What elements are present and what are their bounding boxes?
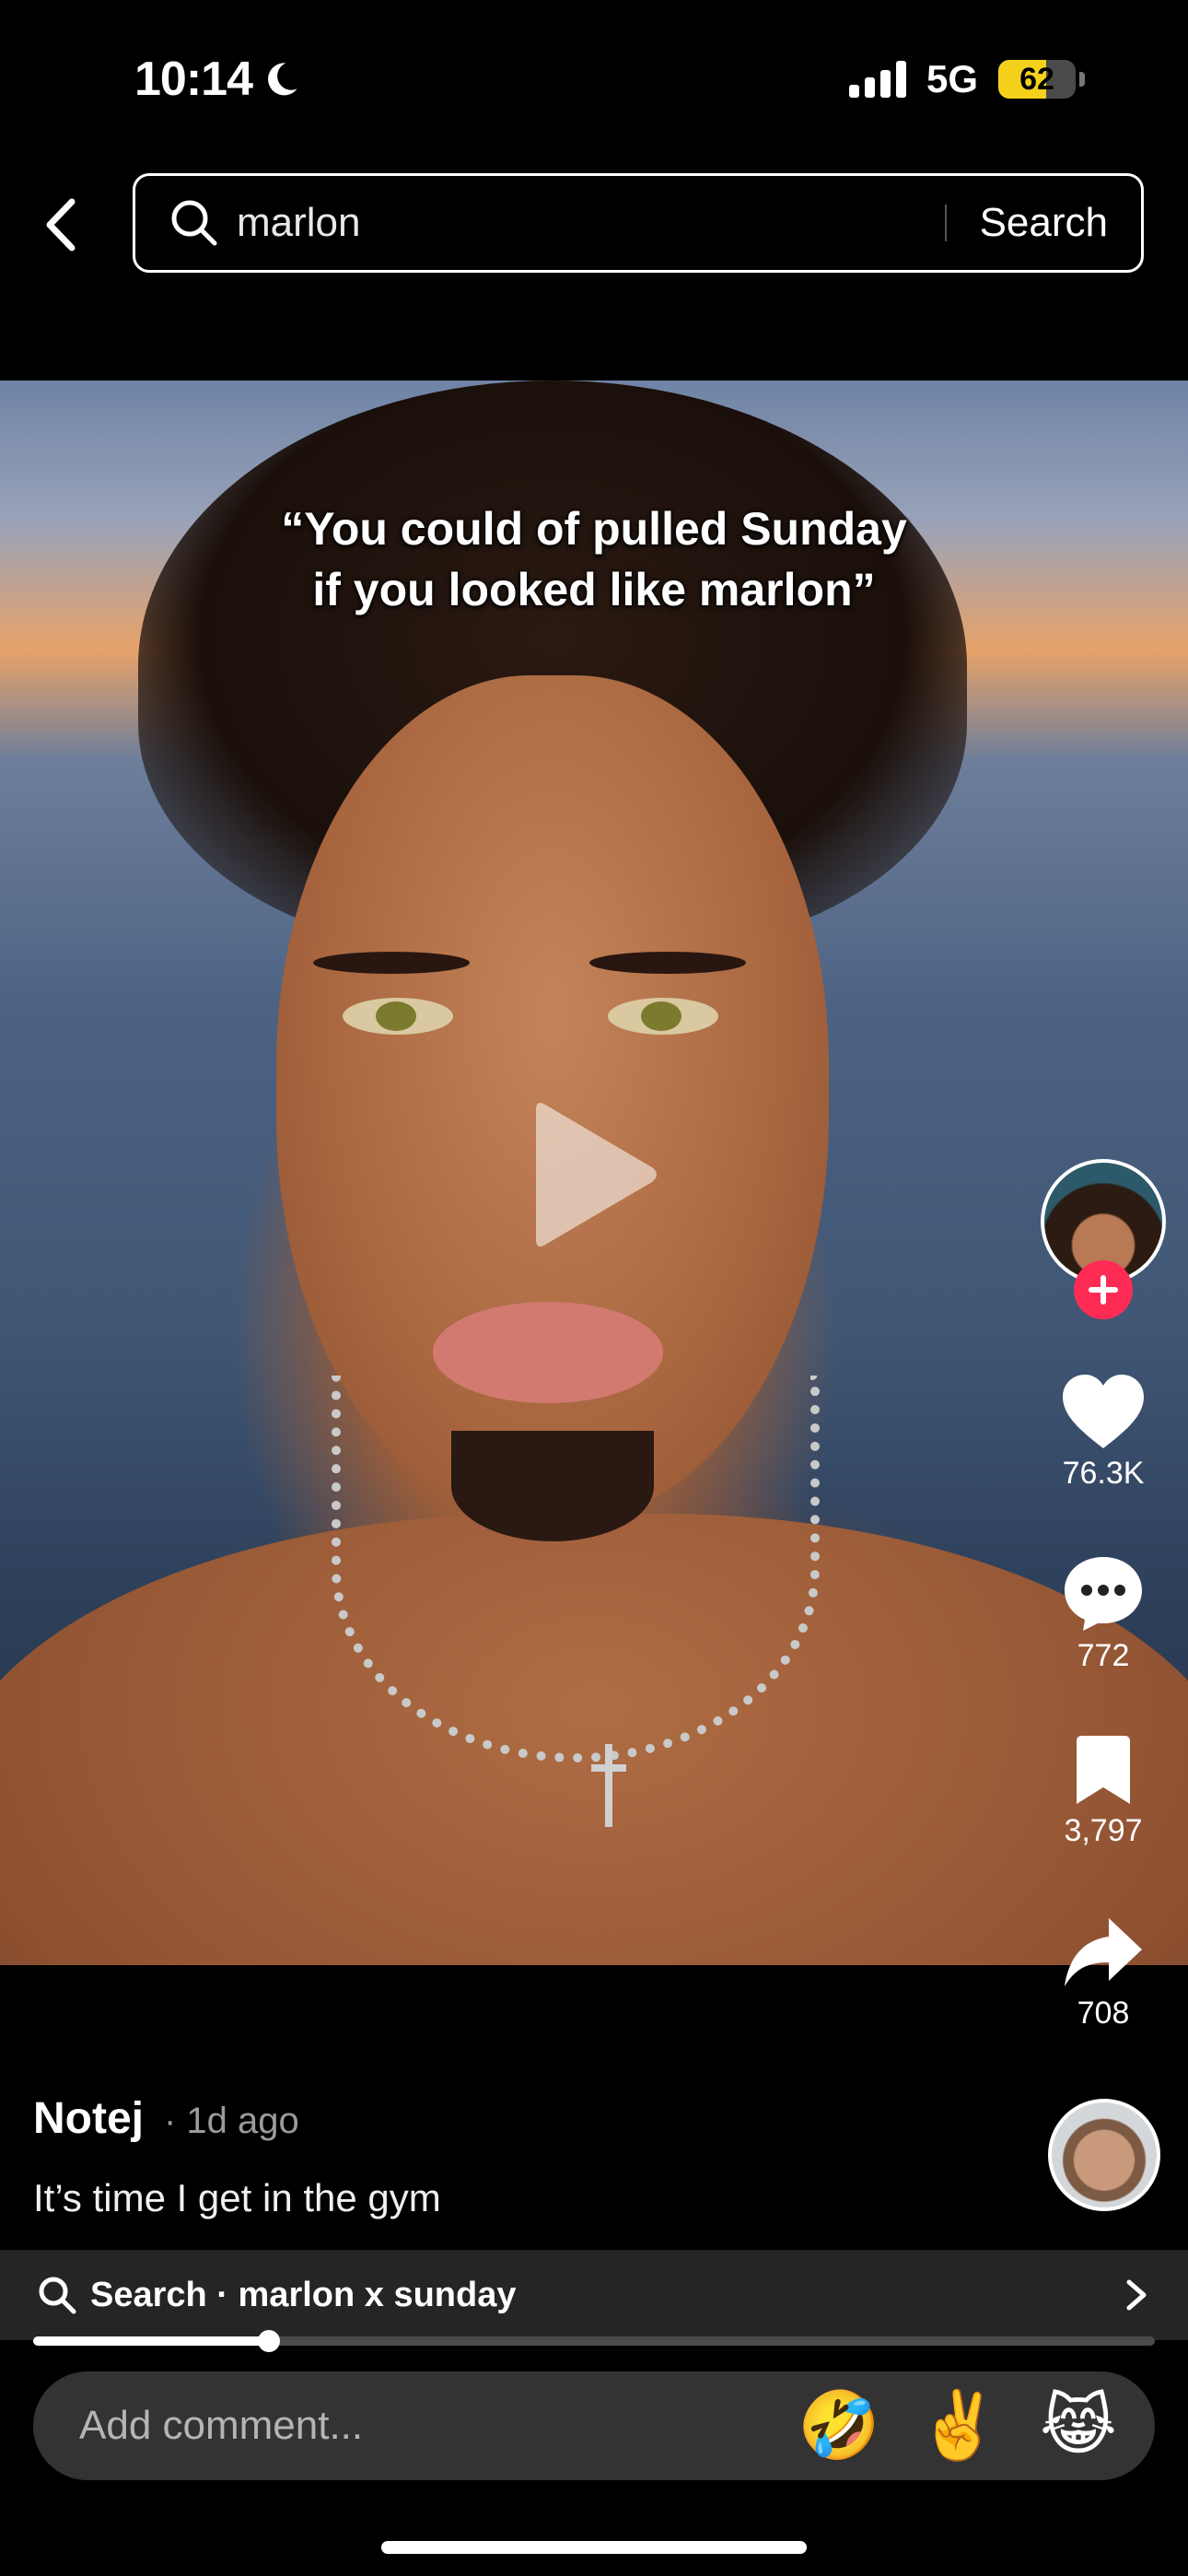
search-divider — [944, 205, 947, 241]
search-icon — [171, 200, 217, 246]
progress-scrubber[interactable] — [257, 2330, 280, 2352]
post-time: · 1d ago — [164, 2101, 299, 2141]
video-frame-cross — [591, 1744, 626, 1827]
author-name[interactable]: Notej — [33, 2093, 144, 2144]
video-frame-eye — [343, 998, 453, 1035]
play-icon[interactable] — [532, 1095, 661, 1254]
comment-input[interactable]: Add comment... — [79, 2403, 779, 2449]
comment-button[interactable]: 772 — [1041, 1553, 1166, 1674]
clock: 10:14 — [134, 53, 253, 106]
commenter-avatar[interactable] — [1048, 2099, 1160, 2211]
chevron-right-icon — [1126, 2279, 1147, 2311]
plus-icon — [1089, 1275, 1118, 1305]
video-frame-eye — [608, 998, 718, 1035]
video-frame-necklace — [332, 1376, 820, 1762]
save-button[interactable]: 3,797 — [1041, 1734, 1166, 1849]
video-player[interactable]: “You could of pulled Sunday if you looke… — [0, 381, 1188, 1965]
battery-icon: 62 — [998, 60, 1085, 99]
save-count: 3,797 — [1064, 1813, 1143, 1848]
heart-icon — [1063, 1375, 1144, 1448]
search-input[interactable]: marlon — [237, 200, 945, 246]
related-search-bar[interactable]: Search · marlon x sunday — [0, 2250, 1188, 2340]
video-caption: “You could of pulled Sunday if you looke… — [0, 498, 1188, 620]
progress-fill — [33, 2336, 269, 2346]
status-indicators: 5G 62 — [848, 57, 1085, 101]
network-type: 5G — [926, 57, 978, 100]
like-button[interactable]: 76.3K — [1041, 1373, 1166, 1492]
like-count: 76.3K — [1062, 1456, 1145, 1491]
caption-line-2: if you looked like marlon” — [312, 564, 876, 615]
search-icon — [39, 2277, 76, 2314]
caption-line-1: “You could of pulled Sunday — [281, 503, 907, 555]
search-bar[interactable]: marlon Search — [133, 173, 1144, 273]
comment-count: 772 — [1077, 1638, 1130, 1673]
moon-icon — [268, 63, 297, 96]
share-button[interactable]: 708 — [1041, 1914, 1166, 2032]
share-icon — [1065, 1918, 1142, 1986]
video-frame-brow — [313, 952, 470, 974]
related-search-text: Search · marlon x sunday — [90, 2275, 517, 2314]
video-progress-bar[interactable] — [33, 2330, 1155, 2352]
status-time: 10:14 — [134, 52, 300, 107]
signal-icon — [848, 61, 906, 98]
post-description: It’s time I get in the gym — [33, 2176, 441, 2219]
bookmark-icon — [1077, 1736, 1130, 1804]
back-button[interactable] — [37, 192, 85, 258]
comment-icon — [1065, 1557, 1142, 1631]
comment-input-bar[interactable]: Add comment... 🤣 ✌️ 😹 — [33, 2371, 1155, 2480]
chevron-left-icon — [46, 198, 76, 252]
video-frame-brow — [589, 952, 746, 974]
emoji-cat-joy-button[interactable]: 😹 — [1019, 2393, 1138, 2459]
battery-level: 62 — [1019, 61, 1054, 97]
home-indicator[interactable] — [381, 2541, 807, 2554]
search-button[interactable]: Search — [980, 200, 1108, 246]
share-count: 708 — [1077, 1996, 1130, 2031]
follow-button[interactable] — [1074, 1260, 1133, 1319]
emoji-victory-button[interactable]: ✌️ — [899, 2393, 1019, 2459]
emoji-rofl-button[interactable]: 🤣 — [779, 2393, 899, 2459]
